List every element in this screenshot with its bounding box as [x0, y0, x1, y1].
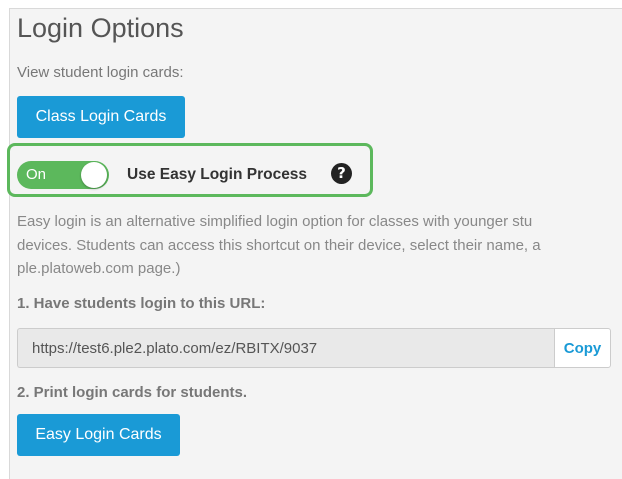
toggle-state-label: On	[26, 166, 47, 183]
easy-login-label: Use Easy Login Process	[127, 166, 308, 183]
login-url-group: Copy	[17, 328, 611, 368]
easy-login-toggle[interactable]: On	[17, 161, 109, 189]
login-url-field[interactable]	[17, 328, 555, 368]
page-title: Login Options	[17, 13, 184, 43]
help-icon[interactable]: ?	[331, 163, 352, 184]
easy-login-description: Easy login is an alternative simplified …	[17, 210, 622, 281]
easy-login-cards-button[interactable]: Easy Login Cards	[17, 414, 180, 456]
view-login-cards-label: View student login cards:	[17, 64, 184, 81]
step-2-label: 2. Print login cards for students.	[17, 384, 248, 401]
class-login-cards-button[interactable]: Class Login Cards	[17, 96, 185, 138]
step-1-label: 1. Have students login to this URL:	[17, 295, 266, 312]
description-line: Easy login is an alternative simplified …	[17, 213, 533, 230]
copy-url-button[interactable]: Copy	[554, 328, 611, 368]
description-line: devices. Students can access this shortc…	[17, 236, 541, 254]
description-line: ple.platoweb.com page.)	[17, 260, 181, 277]
toggle-knob	[81, 162, 107, 188]
